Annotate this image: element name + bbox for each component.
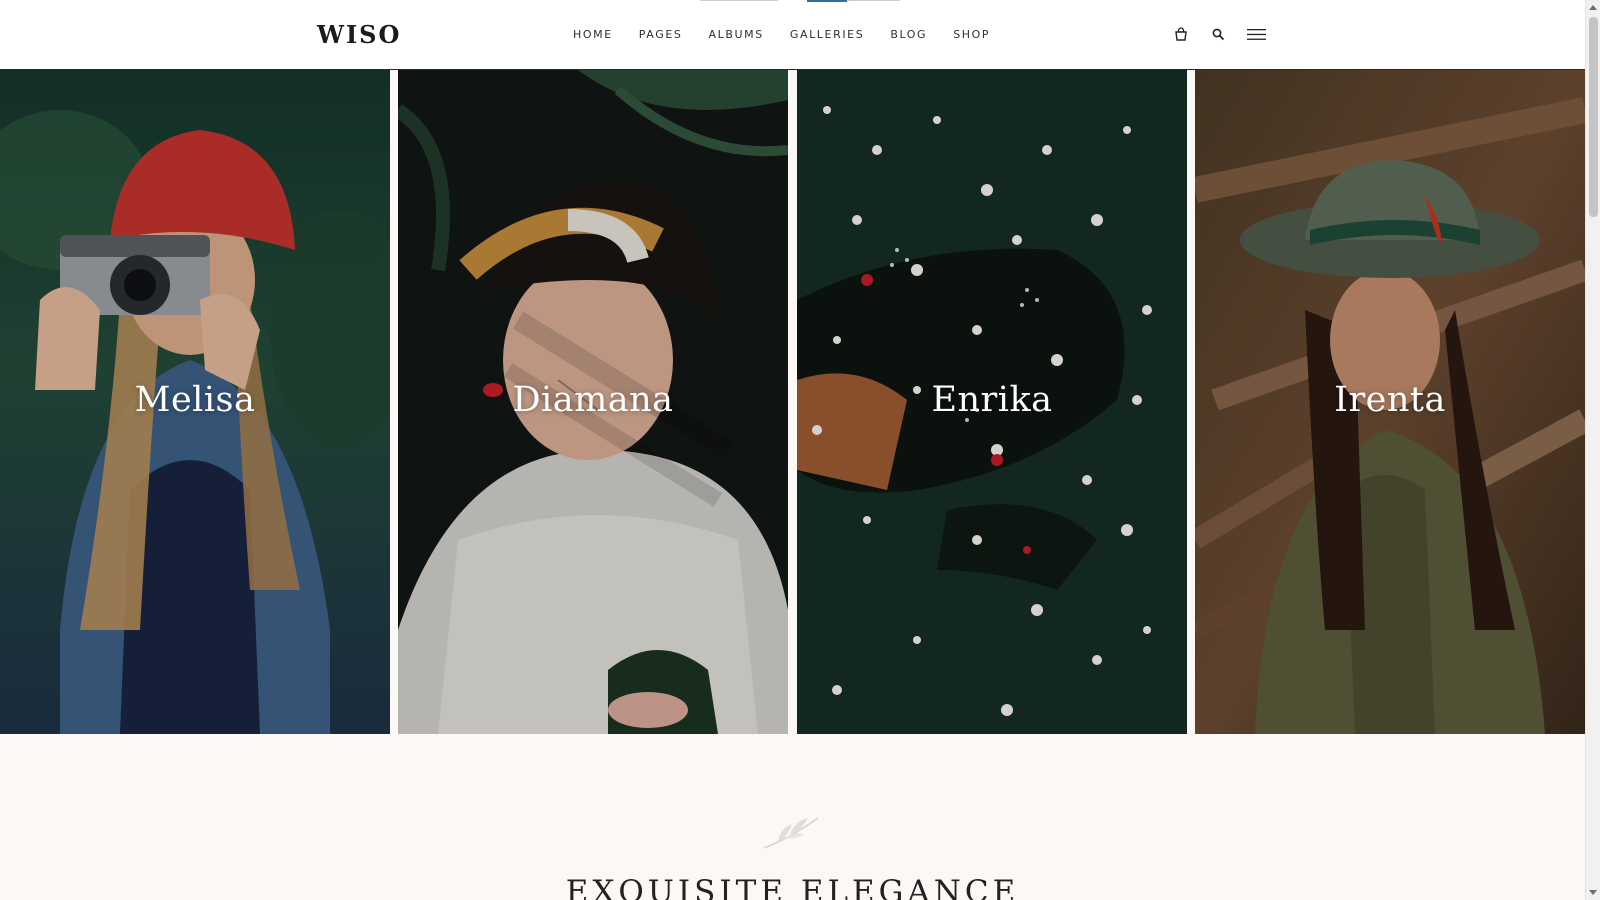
scroll-up-icon[interactable] (1589, 5, 1597, 10)
nav-item-albums[interactable]: ALBUMS (696, 28, 777, 41)
cart-icon[interactable] (1172, 23, 1190, 45)
gallery-card-diamana[interactable]: Diamana (398, 70, 788, 734)
nav-divider (700, 0, 778, 1)
gallery-card-melisa[interactable]: Melisa (0, 70, 390, 734)
model-gallery: Melisa Diamana Enrika Irenta (0, 70, 1585, 734)
site-logo[interactable]: WISO (317, 20, 401, 49)
page: WISO HOME PAGES ALBUMS GALLERIES BLOG SH… (0, 0, 1600, 900)
scroll-thumb[interactable] (1589, 17, 1598, 217)
nav-item-home[interactable]: HOME (560, 28, 626, 41)
leaf-icon (760, 814, 824, 857)
nav-item-blog[interactable]: BLOG (877, 28, 940, 41)
gallery-card-enrika[interactable]: Enrika (797, 70, 1187, 734)
nav-item-galleries[interactable]: GALLERIES (777, 28, 877, 41)
model-name: Enrika (931, 380, 1053, 420)
gallery-card-irenta[interactable]: Irenta (1195, 70, 1585, 734)
nav-item-shop[interactable]: SHOP (940, 28, 1003, 41)
page-scrollbar[interactable] (1585, 0, 1600, 900)
main-nav: HOME PAGES ALBUMS GALLERIES BLOG SHOP (560, 28, 1003, 41)
model-name: Irenta (1334, 380, 1446, 420)
scroll-down-icon[interactable] (1589, 890, 1597, 895)
header-icons (1172, 23, 1266, 45)
model-name: Melisa (134, 380, 256, 420)
site-header: WISO HOME PAGES ALBUMS GALLERIES BLOG SH… (0, 0, 1585, 70)
section-title: EXQUISITE ELEGANCE (565, 874, 1020, 900)
nav-item-pages[interactable]: PAGES (626, 28, 696, 41)
intro-section: EXQUISITE ELEGANCE (0, 734, 1585, 900)
search-icon[interactable] (1209, 23, 1227, 45)
model-name: Diamana (512, 380, 674, 420)
menu-icon[interactable] (1246, 23, 1266, 45)
